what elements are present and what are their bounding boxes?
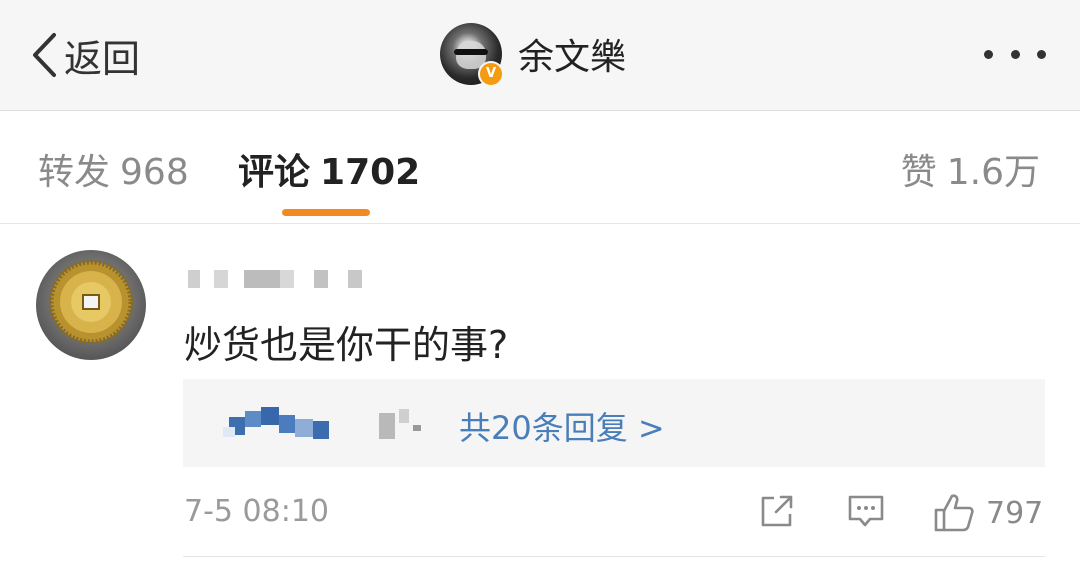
tab-comment-count: 1702 xyxy=(320,152,421,193)
like-count: 797 xyxy=(986,495,1044,531)
more-button[interactable] xyxy=(984,46,1046,62)
tab-comment[interactable]: 评论 1702 xyxy=(238,143,420,195)
back-button[interactable]: 返回 xyxy=(30,27,140,83)
replies-preview[interactable]: 共20条回复 > xyxy=(183,379,1045,467)
page-title: 余文樂 xyxy=(518,37,627,78)
comment-item: 炒货也是你干的事? 共20条回复 > 7-5 08:10 797 xyxy=(0,224,1080,561)
tab-comment-label: 评论 xyxy=(238,152,311,193)
commenter-avatar[interactable] xyxy=(36,250,146,360)
comment-text: 炒货也是你干的事? xyxy=(184,323,509,367)
back-label: 返回 xyxy=(64,36,141,81)
active-tab-indicator xyxy=(282,209,370,216)
verified-badge: V xyxy=(478,61,504,87)
profile-header[interactable]: V 余文樂 xyxy=(440,22,627,87)
tab-repost-label: 转发 xyxy=(38,152,111,193)
gear-image-icon xyxy=(48,259,134,345)
comment-timestamp: 7-5 08:10 xyxy=(184,494,329,529)
top-nav-bar: 返回 V 余文樂 xyxy=(0,0,1080,111)
reply-author-redacted xyxy=(223,407,433,447)
more-dots-icon xyxy=(984,49,993,59)
tab-like-label: 赞 xyxy=(900,152,937,193)
view-replies-link[interactable]: 共20条回复 > xyxy=(459,403,665,449)
tab-like[interactable]: 赞 1.6万 xyxy=(901,143,1040,195)
tab-like-count: 1.6万 xyxy=(946,152,1040,193)
thumbs-up-icon xyxy=(934,494,974,532)
share-button[interactable] xyxy=(758,492,796,534)
tab-repost[interactable]: 转发 968 xyxy=(38,143,189,195)
commenter-name-redacted[interactable] xyxy=(188,270,378,294)
avatar[interactable]: V xyxy=(440,23,504,87)
reply-button[interactable] xyxy=(846,492,886,534)
share-icon xyxy=(761,495,793,527)
divider xyxy=(183,556,1045,557)
comment-icon xyxy=(848,495,884,527)
chevron-left-icon xyxy=(33,33,56,77)
tab-repost-count: 968 xyxy=(120,152,189,193)
tab-bar: 转发 968 评论 1702 赞 1.6万 xyxy=(0,111,1080,224)
like-button[interactable]: 797 xyxy=(932,492,1043,534)
